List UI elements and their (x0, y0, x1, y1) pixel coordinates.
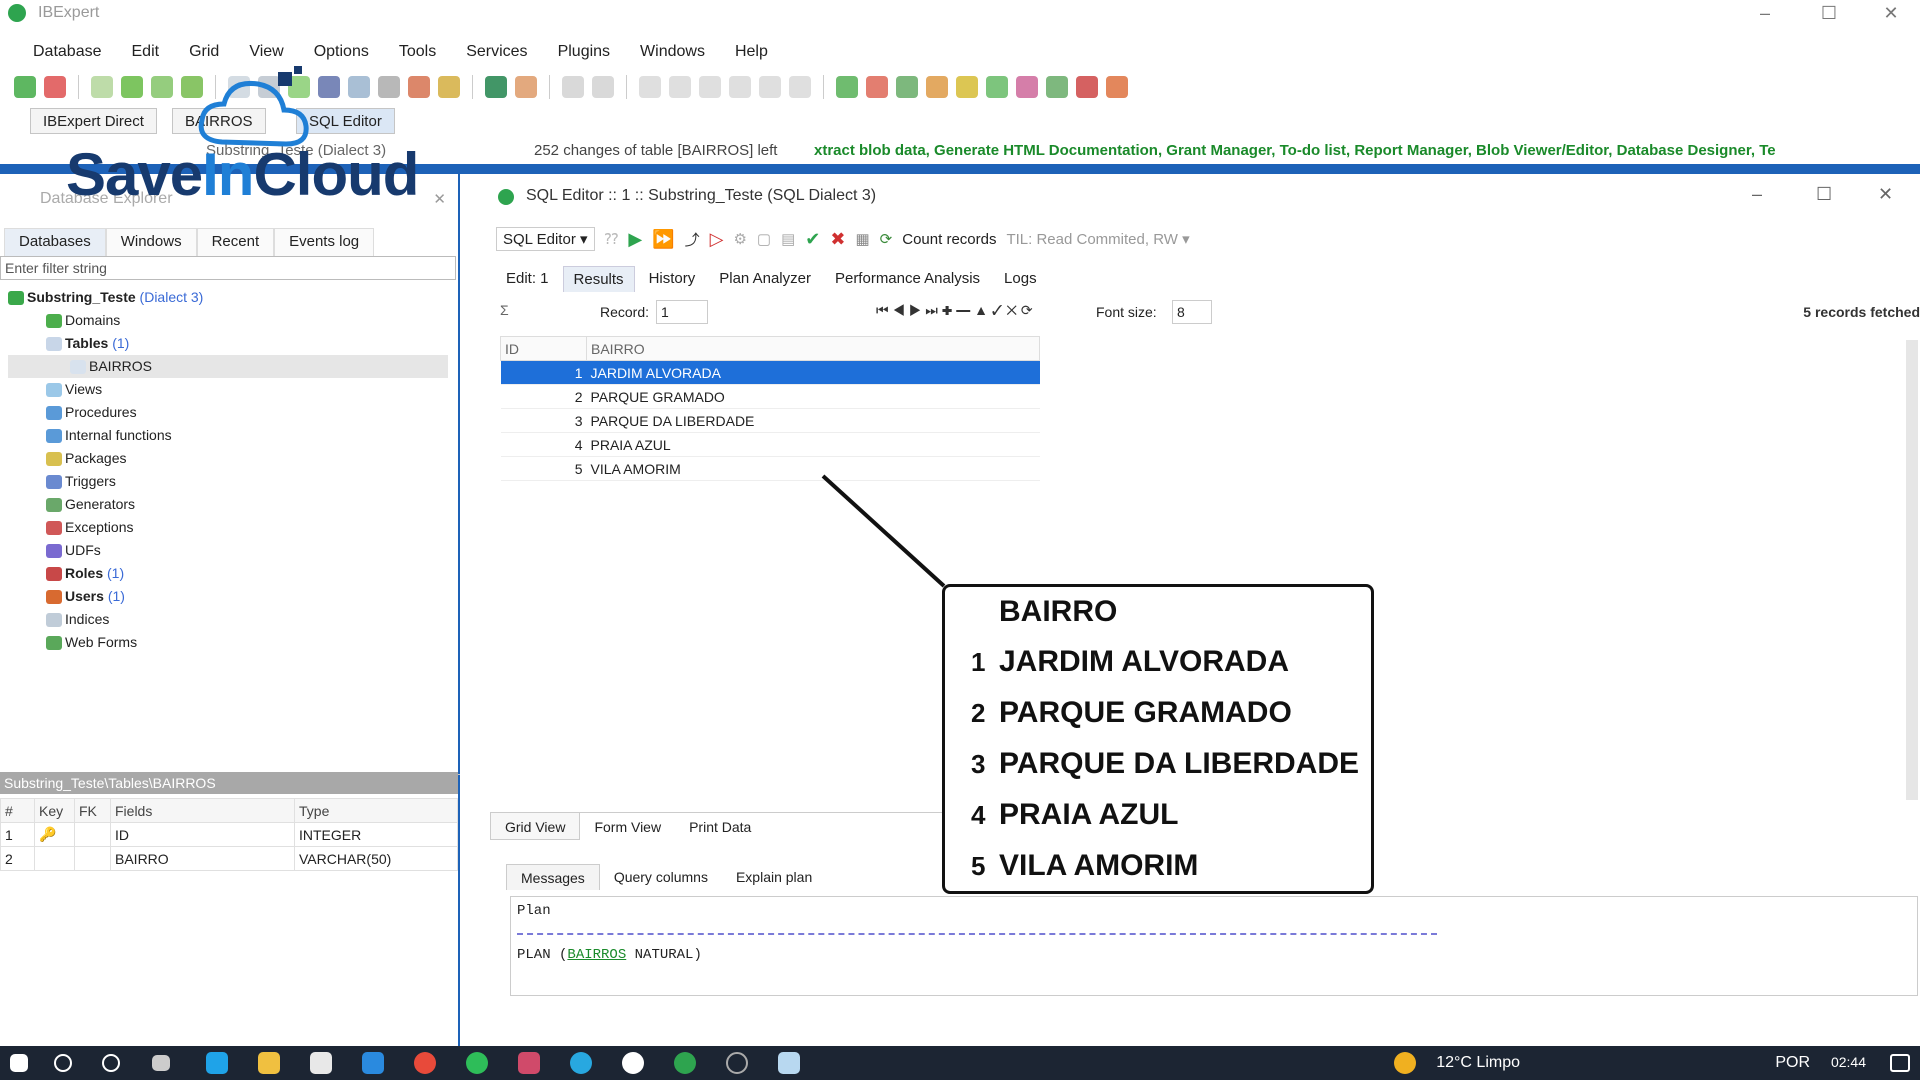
ibexpert-taskbar-icon[interactable] (674, 1052, 696, 1074)
explorer-icon[interactable] (258, 1052, 280, 1074)
callout-text: JARDIM ALVORADA (999, 645, 1289, 678)
callout-pointer (821, 474, 946, 588)
callout-text: VILA AMORIM (999, 849, 1199, 882)
notification-icon[interactable] (1890, 1054, 1910, 1072)
mail-icon[interactable] (362, 1052, 384, 1074)
edge-icon[interactable] (206, 1052, 228, 1074)
spotify-icon[interactable] (466, 1052, 488, 1074)
language-indicator[interactable]: POR (1775, 1054, 1810, 1072)
callout-text: PARQUE DA LIBERDADE (999, 747, 1360, 780)
chrome-icon[interactable] (414, 1052, 436, 1074)
clock[interactable]: 02:44 (1831, 1054, 1866, 1070)
taskbar: 12°C Limpo POR 02:44 (0, 1046, 1920, 1080)
callout-text: PRAIA AZUL (999, 798, 1179, 831)
search-icon[interactable] (54, 1054, 72, 1072)
weather-icon (1394, 1052, 1416, 1074)
weather-text[interactable]: 12°C Limpo (1436, 1054, 1520, 1072)
callout-row: 5 VILA AMORIM (971, 849, 1198, 883)
callout-row: 3 PARQUE DA LIBERDADE (971, 747, 1359, 781)
callout-num: 1 (971, 647, 986, 677)
callout-num: 4 (971, 800, 986, 830)
app-icon[interactable] (518, 1052, 540, 1074)
callout-header: BAIRRO (999, 595, 1118, 628)
callout-row: 4 PRAIA AZUL (971, 798, 1178, 832)
store-icon[interactable] (310, 1052, 332, 1074)
callout-num: 3 (971, 749, 986, 779)
start-icon[interactable] (10, 1054, 28, 1072)
callout-num: 2 (971, 698, 986, 728)
cortana-icon[interactable] (102, 1054, 120, 1072)
callout-row: 1 JARDIM ALVORADA (971, 645, 1289, 679)
callout-row: 2 PARQUE GRAMADO (971, 696, 1292, 730)
app3-icon[interactable] (622, 1052, 644, 1074)
callout-box: BAIRRO 1 JARDIM ALVORADA 2 PARQUE GRAMADO … (942, 584, 1374, 894)
callout-num: 5 (971, 851, 986, 881)
obs-icon[interactable] (726, 1052, 748, 1074)
app2-icon[interactable] (570, 1052, 592, 1074)
callout-text: PARQUE GRAMADO (999, 696, 1292, 729)
app4-icon[interactable] (778, 1052, 800, 1074)
task-view-icon[interactable] (152, 1055, 170, 1071)
